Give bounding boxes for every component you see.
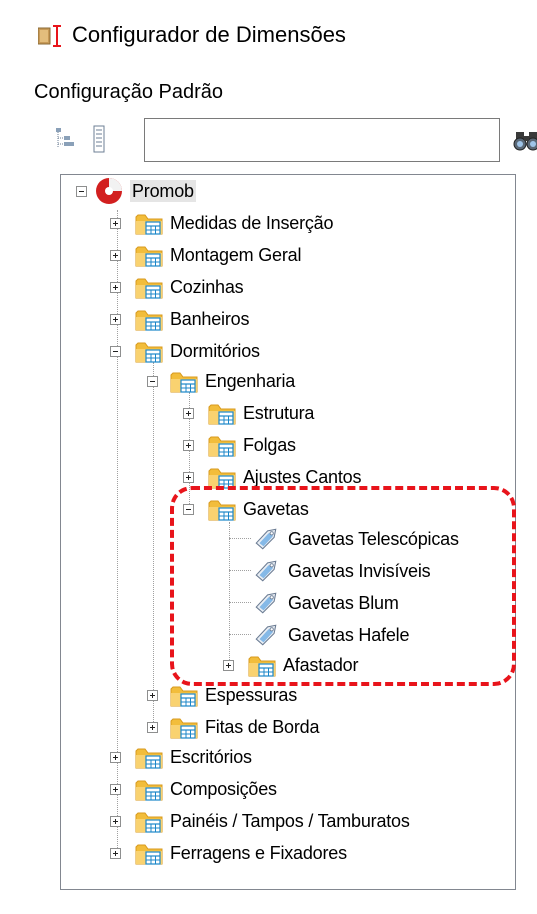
table-folder-icon bbox=[208, 436, 236, 457]
tree-item-label: Gavetas Invisíveis bbox=[288, 561, 431, 581]
tree-item-fitas-de-borda[interactable]: Fitas de Borda bbox=[147, 712, 319, 742]
tree-line bbox=[229, 538, 251, 539]
tree-toolbar bbox=[44, 118, 537, 166]
tree-item-gavetas-telescopicas[interactable]: Gavetas Telescópicas bbox=[250, 524, 459, 554]
promob-logo-icon bbox=[96, 178, 122, 204]
table-folder-icon bbox=[135, 246, 163, 267]
tag-icon bbox=[255, 560, 277, 582]
expand-toggle[interactable] bbox=[183, 408, 194, 419]
expand-toggle[interactable] bbox=[110, 218, 121, 229]
tree-item-label: Montagem Geral bbox=[170, 245, 302, 265]
tree-item-dormitorios[interactable]: Dormitórios bbox=[110, 336, 260, 366]
tree-item-gavetas-blum[interactable]: Gavetas Blum bbox=[250, 588, 399, 618]
tree-item-folgas[interactable]: Folgas bbox=[183, 430, 296, 460]
tree-item-label: Painéis / Tampos / Tamburatos bbox=[170, 811, 410, 831]
tag-icon bbox=[255, 624, 277, 646]
tree-item-espessuras[interactable]: Espessuras bbox=[147, 680, 297, 710]
expand-toggle[interactable] bbox=[110, 314, 121, 325]
table-folder-icon bbox=[170, 718, 198, 739]
tree-item-promob[interactable]: Promob bbox=[76, 176, 196, 206]
tree-item-ajustes-cantos[interactable]: Ajustes Cantos bbox=[183, 462, 361, 492]
tree-item-medidas[interactable]: Medidas de Inserção bbox=[110, 208, 334, 238]
tree-item-label: Promob bbox=[130, 180, 196, 202]
expand-toggle[interactable] bbox=[110, 752, 121, 763]
expand-toggle[interactable] bbox=[110, 282, 121, 293]
tree-item-label: Folgas bbox=[243, 435, 296, 455]
expand-toggle[interactable] bbox=[147, 690, 158, 701]
tree-item-label: Gavetas Blum bbox=[288, 593, 399, 613]
expand-toggle[interactable] bbox=[223, 660, 234, 671]
tree-item-label: Estrutura bbox=[243, 403, 315, 423]
table-folder-icon bbox=[135, 278, 163, 299]
tree-item-engenharia[interactable]: Engenharia bbox=[147, 366, 295, 396]
tree-item-label: Afastador bbox=[283, 655, 359, 675]
expand-toggle[interactable] bbox=[110, 848, 121, 859]
table-folder-icon bbox=[135, 780, 163, 801]
expand-toggle[interactable] bbox=[147, 722, 158, 733]
tree-line bbox=[229, 602, 251, 603]
tree-item-escritorios[interactable]: Escritórios bbox=[110, 742, 252, 772]
expand-toggle[interactable] bbox=[183, 472, 194, 483]
dimension-ruler-icon bbox=[38, 25, 61, 47]
tag-icon bbox=[255, 592, 277, 614]
tree-item-label: Gavetas Hafele bbox=[288, 625, 410, 645]
tree-item-label: Escritórios bbox=[170, 747, 252, 767]
tree-item-paineis[interactable]: Painéis / Tampos / Tamburatos bbox=[110, 806, 410, 836]
collapse-toggle[interactable] bbox=[183, 504, 194, 515]
tree-item-label: Gavetas bbox=[243, 499, 309, 519]
collapse-tree-icon[interactable] bbox=[90, 124, 114, 154]
table-folder-icon bbox=[135, 214, 163, 235]
collapse-toggle[interactable] bbox=[147, 376, 158, 387]
table-folder-icon bbox=[135, 342, 163, 363]
tree-item-ferragens[interactable]: Ferragens e Fixadores bbox=[110, 838, 347, 868]
tree-item-gavetas-hafele[interactable]: Gavetas Hafele bbox=[250, 620, 409, 650]
tree-item-montagem[interactable]: Montagem Geral bbox=[110, 240, 301, 270]
collapse-toggle[interactable] bbox=[76, 186, 87, 197]
tree-item-banheiros[interactable]: Banheiros bbox=[110, 304, 249, 334]
table-folder-icon bbox=[208, 404, 236, 425]
tree-line bbox=[153, 362, 154, 726]
tree-item-gavetas-invisiveis[interactable]: Gavetas Invisíveis bbox=[250, 556, 431, 586]
tree-item-label: Ferragens e Fixadores bbox=[170, 843, 347, 863]
tree-item-label: Cozinhas bbox=[170, 277, 244, 297]
table-folder-icon bbox=[170, 686, 198, 707]
collapse-toggle[interactable] bbox=[110, 346, 121, 357]
tree-item-label: Banheiros bbox=[170, 309, 250, 329]
tree-item-composicoes[interactable]: Composições bbox=[110, 774, 277, 804]
tree-item-label: Medidas de Inserção bbox=[170, 213, 334, 233]
table-folder-icon bbox=[170, 372, 198, 393]
table-folder-icon bbox=[208, 500, 236, 521]
expand-toggle[interactable] bbox=[110, 816, 121, 827]
tree-line bbox=[229, 522, 230, 662]
tree-item-label: Ajustes Cantos bbox=[243, 467, 362, 487]
panel-label: Configuração Padrão bbox=[34, 81, 224, 103]
table-folder-icon bbox=[248, 656, 276, 677]
tree-item-label: Composições bbox=[170, 779, 277, 799]
tree-item-gavetas[interactable]: Gavetas bbox=[183, 494, 309, 524]
tree-item-afastador[interactable]: Afastador bbox=[223, 650, 358, 680]
tree-item-estrutura[interactable]: Estrutura bbox=[183, 398, 314, 428]
tree-item-cozinhas[interactable]: Cozinhas bbox=[110, 272, 244, 302]
tree-item-label: Espessuras bbox=[205, 685, 298, 705]
tree-item-label: Gavetas Telescópicas bbox=[288, 529, 459, 549]
tree-item-label: Dormitórios bbox=[170, 341, 260, 361]
table-folder-icon bbox=[135, 310, 163, 331]
tag-icon bbox=[255, 528, 277, 550]
tree-item-label: Fitas de Borda bbox=[205, 717, 320, 737]
window-title: Configurador de Dimensões bbox=[72, 22, 346, 47]
tree-line bbox=[229, 634, 251, 635]
expand-toggle[interactable] bbox=[110, 250, 121, 261]
table-folder-icon bbox=[135, 844, 163, 865]
search-input[interactable] bbox=[144, 118, 500, 162]
title-bar: Configurador de Dimensões bbox=[0, 0, 537, 66]
table-folder-icon bbox=[208, 468, 236, 489]
expand-toggle[interactable] bbox=[110, 784, 121, 795]
table-folder-icon bbox=[135, 812, 163, 833]
table-folder-icon bbox=[135, 748, 163, 769]
expand-toggle[interactable] bbox=[183, 440, 194, 451]
binoculars-icon[interactable] bbox=[512, 126, 537, 154]
tree-item-label: Engenharia bbox=[205, 371, 296, 391]
tree-line bbox=[229, 570, 251, 571]
expand-tree-icon[interactable] bbox=[54, 124, 78, 154]
